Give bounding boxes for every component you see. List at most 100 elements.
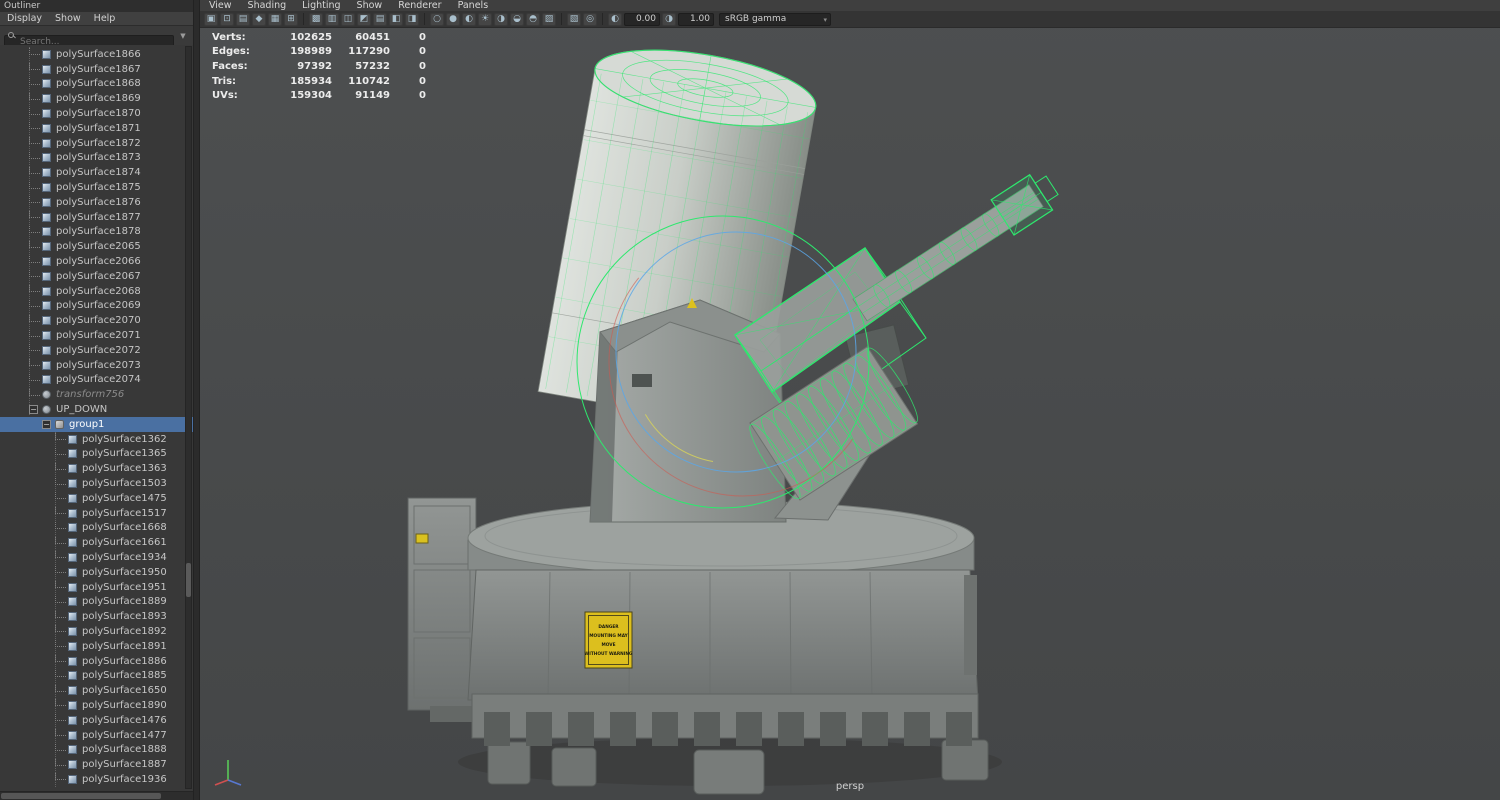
field-chart-icon[interactable]: ▤ — [373, 12, 387, 26]
outliner-item[interactable]: polySurface1517 — [0, 506, 193, 521]
outliner-item[interactable]: polySurface1866 — [0, 47, 193, 62]
outliner-item[interactable]: polySurface1950 — [0, 565, 193, 580]
view-transform-dropdown[interactable]: sRGB gamma ▾ — [719, 12, 831, 26]
viewport-menu-show[interactable]: Show — [357, 0, 383, 11]
gamma-field[interactable] — [678, 12, 714, 26]
gamma-icon[interactable]: ◑ — [662, 12, 676, 26]
outliner-item[interactable]: polySurface1873 — [0, 151, 193, 166]
outliner-item[interactable]: transform756 — [0, 387, 193, 402]
viewport-menu-shading[interactable]: Shading — [248, 0, 287, 11]
outliner-item[interactable]: polySurface2065 — [0, 239, 193, 254]
outliner-item[interactable]: polySurface2071 — [0, 328, 193, 343]
outliner-item[interactable]: polySurface1475 — [0, 491, 193, 506]
camera-attributes-icon[interactable]: ▤ — [236, 12, 250, 26]
gate-mask-icon[interactable]: ◩ — [357, 12, 371, 26]
outliner-item[interactable]: polySurface2066 — [0, 254, 193, 269]
outliner-menu-display[interactable]: Display — [7, 13, 42, 24]
bookmarks-icon[interactable]: ◆ — [252, 12, 266, 26]
outliner-item[interactable]: polySurface1886 — [0, 654, 193, 669]
outliner-item[interactable]: polySurface1871 — [0, 121, 193, 136]
isolate-select-icon[interactable]: ◎ — [583, 12, 597, 26]
outliner-item[interactable]: polySurface1477 — [0, 728, 193, 743]
outliner-item[interactable]: polySurface1887 — [0, 757, 193, 772]
outliner-item[interactable]: polySurface1650 — [0, 683, 193, 698]
viewport-menu-renderer[interactable]: Renderer — [398, 0, 441, 11]
outliner-item[interactable]: polySurface1888 — [0, 742, 193, 757]
textured-icon[interactable]: ◐ — [462, 12, 476, 26]
outliner-item[interactable]: polySurface1869 — [0, 91, 193, 106]
expander-icon[interactable]: − — [42, 419, 51, 429]
scrollbar-thumb[interactable] — [186, 563, 191, 597]
outliner-item[interactable]: polySurface2067 — [0, 269, 193, 284]
outliner-item-label: polySurface1668 — [82, 522, 167, 534]
panel-divider[interactable] — [193, 0, 200, 800]
outliner-item[interactable]: polySurface2073 — [0, 358, 193, 373]
tree-branch — [55, 595, 66, 603]
outliner-item[interactable]: polySurface1878 — [0, 225, 193, 240]
shadows-icon[interactable]: ◑ — [494, 12, 508, 26]
group-icon — [55, 419, 64, 429]
outliner-item[interactable]: polySurface1362 — [0, 432, 193, 447]
ambient-occlusion-icon[interactable]: ◒ — [510, 12, 524, 26]
pan-zoom-icon[interactable]: ⊞ — [284, 12, 298, 26]
outliner-item[interactable]: polySurface1951 — [0, 580, 193, 595]
outliner-menu-help[interactable]: Help — [94, 13, 116, 24]
outliner-item[interactable]: polySurface2074 — [0, 373, 193, 388]
outliner-item[interactable]: polySurface1876 — [0, 195, 193, 210]
outliner-item[interactable]: polySurface1870 — [0, 106, 193, 121]
viewport-menu-view[interactable]: View — [209, 0, 232, 11]
exposure-icon[interactable]: ◐ — [608, 12, 622, 26]
outliner-item[interactable]: polySurface1872 — [0, 136, 193, 151]
safe-title-icon[interactable]: ◨ — [405, 12, 419, 26]
outliner-item[interactable]: polySurface1875 — [0, 180, 193, 195]
safe-action-icon[interactable]: ◧ — [389, 12, 403, 26]
outliner-item[interactable]: polySurface2072 — [0, 343, 193, 358]
viewport-menu-panels[interactable]: Panels — [458, 0, 489, 11]
image-plane-icon[interactable]: ▦ — [268, 12, 282, 26]
outliner-horizontal-scrollbar[interactable] — [0, 791, 193, 800]
outliner-item[interactable]: polySurface1890 — [0, 698, 193, 713]
outliner-item[interactable]: polySurface1363 — [0, 461, 193, 476]
outliner-item[interactable]: polySurface1893 — [0, 609, 193, 624]
outliner-item[interactable]: polySurface1877 — [0, 210, 193, 225]
outliner-item[interactable]: polySurface1885 — [0, 668, 193, 683]
outliner-item[interactable]: − UP_DOWN — [0, 402, 193, 417]
select-camera-icon[interactable]: ▣ — [204, 12, 218, 26]
wireframe-icon[interactable]: ○ — [430, 12, 444, 26]
outliner-vertical-scrollbar[interactable] — [185, 46, 192, 789]
search-filter-dropdown-icon[interactable]: ▼ — [177, 32, 189, 40]
grid-icon[interactable]: ▩ — [309, 12, 323, 26]
outliner-item[interactable]: polySurface1867 — [0, 62, 193, 77]
tree-branch — [29, 63, 40, 71]
exposure-field[interactable] — [624, 12, 660, 26]
outliner-item[interactable]: polySurface1668 — [0, 521, 193, 536]
outliner-item[interactable]: polySurface2070 — [0, 313, 193, 328]
outliner-menu-show[interactable]: Show — [55, 13, 81, 24]
outliner-item[interactable]: polySurface1868 — [0, 77, 193, 92]
outliner-item[interactable]: − group1 — [0, 416, 193, 432]
outliner-item[interactable]: polySurface1874 — [0, 165, 193, 180]
outliner-item[interactable]: polySurface2069 — [0, 299, 193, 314]
outliner-item[interactable]: polySurface1365 — [0, 447, 193, 462]
expander-icon[interactable]: − — [29, 405, 38, 415]
outliner-item[interactable]: polySurface2068 — [0, 284, 193, 299]
anti-aliasing-icon[interactable]: ▨ — [542, 12, 556, 26]
viewport-menu-lighting[interactable]: Lighting — [302, 0, 340, 11]
perspective-viewport[interactable]: View Shading Lighting Show Renderer Panels ▣ ⊡… — [200, 0, 1500, 800]
outliner-item[interactable]: polySurface1503 — [0, 476, 193, 491]
scrollbar-thumb[interactable] — [1, 793, 161, 799]
xray-icon[interactable]: ▧ — [567, 12, 581, 26]
resolution-gate-icon[interactable]: ◫ — [341, 12, 355, 26]
lock-camera-icon[interactable]: ⊡ — [220, 12, 234, 26]
outliner-item[interactable]: polySurface1936 — [0, 772, 193, 787]
motion-blur-icon[interactable]: ◓ — [526, 12, 540, 26]
film-gate-icon[interactable]: ▥ — [325, 12, 339, 26]
outliner-item[interactable]: polySurface1934 — [0, 550, 193, 565]
outliner-item[interactable]: polySurface1891 — [0, 639, 193, 654]
outliner-item[interactable]: polySurface1661 — [0, 535, 193, 550]
shaded-icon[interactable]: ● — [446, 12, 460, 26]
outliner-item[interactable]: polySurface1889 — [0, 594, 193, 609]
use-all-lights-icon[interactable]: ☀ — [478, 12, 492, 26]
outliner-item[interactable]: polySurface1892 — [0, 624, 193, 639]
outliner-item[interactable]: polySurface1476 — [0, 713, 193, 728]
